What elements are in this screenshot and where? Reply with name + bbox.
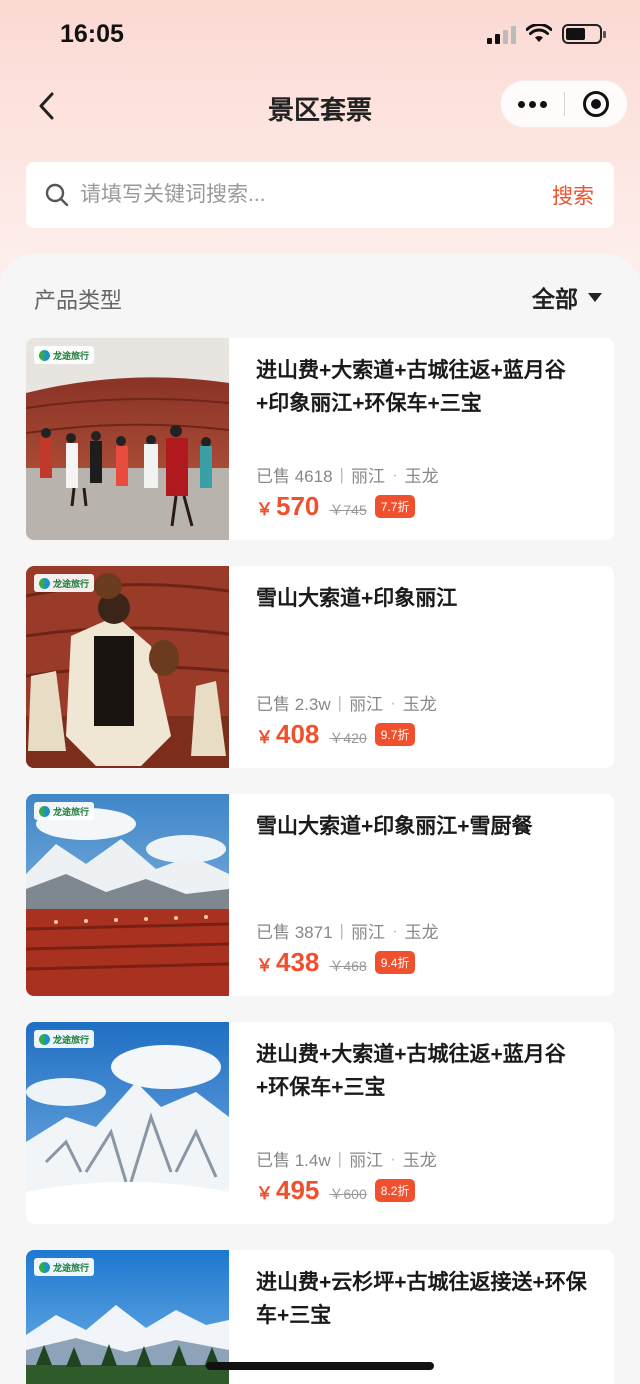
separator-dot: · [391,464,398,484]
location-district: 玉龙 [402,1151,437,1170]
product-image: 龙途旅行 [26,1022,229,1224]
sold-count: 已售 2.3w [256,695,331,714]
product-card[interactable]: 龙途旅行 雪山大索道+印象丽江+雪厨餐 已售 3871 | 丽江 · 玉龙 ￥ 438 … [26,794,614,996]
battery-icon [562,24,606,44]
original-price: ￥420 [329,730,367,746]
brand-logo: 龙途旅行 [34,574,95,592]
product-card[interactable]: 龙途旅行 进山费+大索道+古城往返+蓝月谷+环保车+三宝 已售 1.4w | 丽江 ·… [26,1022,614,1224]
product-meta: 已售 3871 | 丽江 · 玉龙 [256,918,439,943]
cellular-signal-icon [487,24,516,44]
discount-badge: 8.2折 [374,1179,416,1202]
location-city: 丽江 [349,1151,384,1170]
current-price: 570 [276,491,320,521]
currency-symbol: ￥ [256,728,273,747]
product-image: 龙途旅行 [26,566,229,768]
separator-dot: · [390,692,396,712]
brand-logo: 龙途旅行 [34,1030,95,1048]
more-dot-icon [529,100,536,108]
separator: | [337,1148,343,1168]
location-district: 玉龙 [404,923,439,942]
original-price: ￥745 [329,502,367,518]
target-icon [582,91,609,117]
product-title: 进山费+大索道+古城往返+蓝月谷+印象丽江+环保车+三宝 [256,359,566,415]
status-time: 16:05 [60,20,124,48]
original-price: ￥468 [329,958,367,974]
close-mini-program-button[interactable] [565,81,627,127]
brand-logo: 龙途旅行 [34,1258,95,1276]
filter-label: 产品类型 [34,288,123,313]
current-price: 495 [276,1175,320,1205]
product-image: 龙途旅行 [26,794,229,996]
mini-program-capsule [500,80,628,128]
product-card[interactable]: 龙途旅行 雪山大索道+印象丽江 已售 2.3w | 丽江 · 玉龙 ￥ 408 ￥420… [26,566,614,768]
search-input[interactable] [80,183,552,207]
brand-logo: 龙途旅行 [34,346,95,364]
price-row: ￥ 570 ￥745 7.7折 [256,491,416,522]
currency-symbol: ￥ [256,956,273,975]
original-price: ￥600 [329,1186,367,1202]
product-card[interactable]: 龙途旅行 进山费+大索道+古城往返+蓝月谷+印象丽江+环保车+三宝 已售 461… [26,338,614,540]
status-bar: 16:05 [0,0,640,70]
product-title: 进山费+大索道+古城往返+蓝月谷+环保车+三宝 [256,1043,566,1099]
search-button[interactable]: 搜索 [552,180,594,210]
product-meta: 已售 2.3w | 丽江 · 玉龙 [256,690,437,715]
location-city: 丽江 [349,695,384,714]
current-price: 408 [276,719,320,749]
nav-bar: 景区套票 [0,76,640,134]
separator: | [339,464,344,484]
separator: | [337,692,343,712]
search-bar: 搜索 [26,162,614,228]
product-list-panel: 产品类型 全部 龙途旅行 进山费+大索道+古城往返+蓝月谷+印象丽江+环保车+三… [0,254,640,1384]
more-button[interactable] [501,81,564,127]
product-image: 龙途旅行 [26,338,229,540]
currency-symbol: ￥ [256,1184,273,1203]
current-price: 438 [276,947,320,977]
separator: | [339,920,344,940]
location-city: 丽江 [350,923,385,942]
discount-badge: 9.4折 [374,951,416,974]
dropdown-selected-value: 全部 [532,286,578,312]
product-title: 雪山大索道+印象丽江 [256,587,458,610]
product-meta: 已售 4618 | 丽江 · 玉龙 [256,462,439,487]
location-city: 丽江 [350,467,385,486]
sold-count: 已售 1.4w [256,1151,331,1170]
product-title: 进山费+云杉坪+古城往返接送+环保车+三宝 [256,1271,587,1327]
currency-symbol: ￥ [256,500,273,519]
separator-dot: · [391,920,398,940]
filter-row: 产品类型 全部 [0,254,640,336]
search-icon [45,183,69,207]
separator-dot: · [390,1148,396,1168]
product-title: 雪山大索道+印象丽江+雪厨餐 [256,815,533,838]
product-type-dropdown[interactable]: 全部 [532,280,602,314]
price-row: ￥ 438 ￥468 9.4折 [256,947,416,978]
location-district: 玉龙 [404,467,439,486]
sold-count: 已售 3871 [256,923,333,942]
product-image: 龙途旅行 [26,1250,229,1384]
product-meta: 已售 1.4w | 丽江 · 玉龙 [256,1146,437,1171]
location-district: 玉龙 [402,695,437,714]
brand-logo: 龙途旅行 [34,802,95,820]
discount-badge: 7.7折 [374,495,416,518]
more-dot-icon [518,100,525,108]
price-row: ￥ 495 ￥600 8.2折 [256,1175,416,1206]
sold-count: 已售 4618 [256,467,333,486]
caret-down-icon [588,292,602,302]
wifi-icon [526,24,552,42]
price-row: ￥ 408 ￥420 9.7折 [256,719,416,750]
discount-badge: 9.7折 [374,723,416,746]
status-icons [487,24,606,44]
home-indicator[interactable] [206,1362,434,1370]
more-dot-icon [540,100,547,108]
